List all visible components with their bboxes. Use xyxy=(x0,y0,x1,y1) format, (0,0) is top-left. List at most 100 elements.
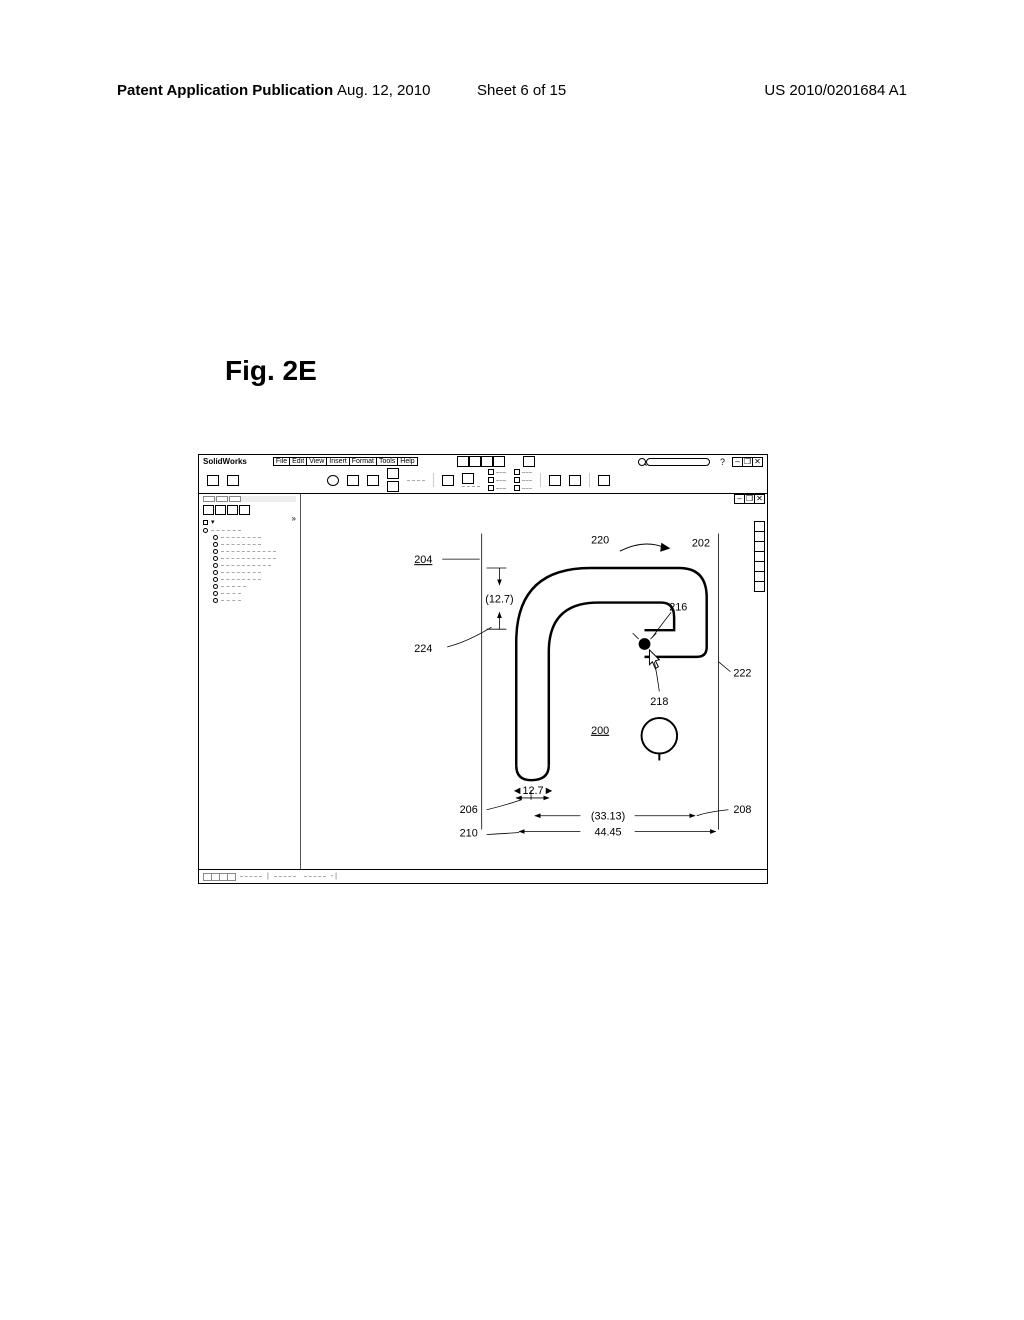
drawing-canvas[interactable]: – ❐ ✕ xyxy=(301,494,767,869)
panel-tab[interactable] xyxy=(216,496,228,502)
toolbar-icon[interactable] xyxy=(442,475,454,486)
tree-toggle-icon[interactable] xyxy=(203,520,208,525)
close-button[interactable]: ✕ xyxy=(752,457,763,467)
tree-item[interactable] xyxy=(213,535,296,540)
feature-tree: ▾ xyxy=(203,518,296,603)
toolbar-icon[interactable] xyxy=(549,475,561,486)
tree-item-label xyxy=(221,565,271,566)
menu-tools[interactable]: Tools xyxy=(376,457,398,466)
panel-tool-icon[interactable] xyxy=(239,505,250,515)
help-icon[interactable]: ? xyxy=(720,457,725,467)
panel-tabs xyxy=(203,496,296,502)
statusbar-dash xyxy=(304,876,326,877)
panel-tab[interactable] xyxy=(229,496,241,502)
publication-label: Patent Application Publication xyxy=(117,82,333,99)
tree-item-icon xyxy=(213,584,218,589)
app-name: SolidWorks xyxy=(203,457,273,466)
menu-view[interactable]: View xyxy=(306,457,327,466)
callout-204: 204 xyxy=(414,554,432,566)
toolbar-divider xyxy=(522,472,532,473)
tree-item-label xyxy=(221,572,261,573)
tree-item[interactable] xyxy=(213,598,296,603)
dim-text: (12.7) xyxy=(485,594,513,606)
toolbar-icon[interactable] xyxy=(488,485,494,491)
menu-insert[interactable]: Insert xyxy=(326,457,350,466)
toolbar-icon[interactable] xyxy=(481,456,493,467)
tree-item-icon xyxy=(213,556,218,561)
cursor-icon xyxy=(649,650,659,669)
tree-item-icon xyxy=(213,598,218,603)
panel-tool-icon[interactable] xyxy=(203,505,214,515)
toolbar-icon[interactable] xyxy=(387,468,399,479)
app-window: SolidWorks File Edit View Insert Format … xyxy=(198,454,768,884)
publication-date: Aug. 12, 2010 xyxy=(337,82,430,99)
toolbar-icon[interactable] xyxy=(462,473,474,484)
toolbar-icon[interactable] xyxy=(514,477,520,483)
figure-label: Fig. 2E xyxy=(225,355,317,387)
panel-tool-icon[interactable] xyxy=(215,505,226,515)
tree-item-icon xyxy=(213,570,218,575)
dim-text: 44.45 xyxy=(594,826,621,838)
toolbar-divider xyxy=(522,488,532,489)
toolbar-separator xyxy=(433,473,434,487)
main-toolbar xyxy=(199,468,767,492)
callout-202: 202 xyxy=(692,537,710,549)
toolbar-icon[interactable] xyxy=(387,481,399,492)
callout-200: 200 xyxy=(591,725,609,737)
tree-root[interactable]: ▾ xyxy=(203,518,296,526)
statusbar-icon[interactable] xyxy=(227,873,236,881)
callout-218: 218 xyxy=(650,696,668,708)
menu-format[interactable]: Format xyxy=(349,457,377,466)
menu-help[interactable]: Help xyxy=(397,457,417,466)
toolbar-divider xyxy=(407,480,425,481)
tree-item[interactable] xyxy=(213,591,296,596)
tree-item[interactable] xyxy=(203,528,296,533)
panel-tool-icon[interactable] xyxy=(227,505,238,515)
dim-text: ◄12.7► xyxy=(512,785,555,797)
toolbar-icon[interactable] xyxy=(514,485,520,491)
menu-file[interactable]: File xyxy=(273,457,290,466)
tree-item-label xyxy=(221,537,261,538)
search-input[interactable] xyxy=(646,458,710,466)
statusbar-dash xyxy=(240,876,262,877)
tree-item-icon xyxy=(213,542,218,547)
panel-tab[interactable] xyxy=(203,496,215,502)
toolbar-icon[interactable] xyxy=(488,469,494,475)
toolbar-icon[interactable] xyxy=(227,475,239,486)
toolbar-icon[interactable] xyxy=(469,456,481,467)
toolbar-icon[interactable] xyxy=(493,456,505,467)
tree-item[interactable] xyxy=(213,549,296,554)
dragged-point[interactable] xyxy=(639,638,651,650)
panel-expand-icon[interactable]: » xyxy=(292,514,296,523)
toolbar-icon[interactable] xyxy=(367,475,379,486)
tree-item-icon xyxy=(213,549,218,554)
toolbar-divider xyxy=(496,472,506,473)
menu-edit[interactable]: Edit xyxy=(289,457,307,466)
toolbar-icon[interactable] xyxy=(207,475,219,486)
toolbar-icon[interactable] xyxy=(514,469,520,475)
toolbar-icon[interactable] xyxy=(457,456,469,467)
toolbar-icon[interactable] xyxy=(347,475,359,486)
toolbar-icon[interactable] xyxy=(488,477,494,483)
left-panel: » ▾ xyxy=(199,494,301,869)
toolbar-icon[interactable] xyxy=(523,456,535,467)
tree-item[interactable] xyxy=(213,542,296,547)
tree-item[interactable] xyxy=(213,556,296,561)
tree-item[interactable] xyxy=(213,584,296,589)
toolbar-separator xyxy=(540,473,541,487)
callout-222: 222 xyxy=(733,668,751,680)
status-bar: | - | xyxy=(199,869,767,883)
tree-item-label xyxy=(211,530,241,531)
toolbar-divider xyxy=(496,480,506,481)
tree-item[interactable] xyxy=(213,577,296,582)
menubar: SolidWorks File Edit View Insert Format … xyxy=(199,455,767,468)
toolbar-icon[interactable] xyxy=(598,475,610,486)
tree-item[interactable] xyxy=(213,570,296,575)
tree-item-icon xyxy=(213,591,218,596)
part-outline xyxy=(516,568,706,780)
toolbar-icon[interactable] xyxy=(327,475,339,486)
tree-item[interactable] xyxy=(213,563,296,568)
tree-item-label xyxy=(221,558,276,559)
dim-text: (33.13) xyxy=(591,811,625,823)
toolbar-icon[interactable] xyxy=(569,475,581,486)
